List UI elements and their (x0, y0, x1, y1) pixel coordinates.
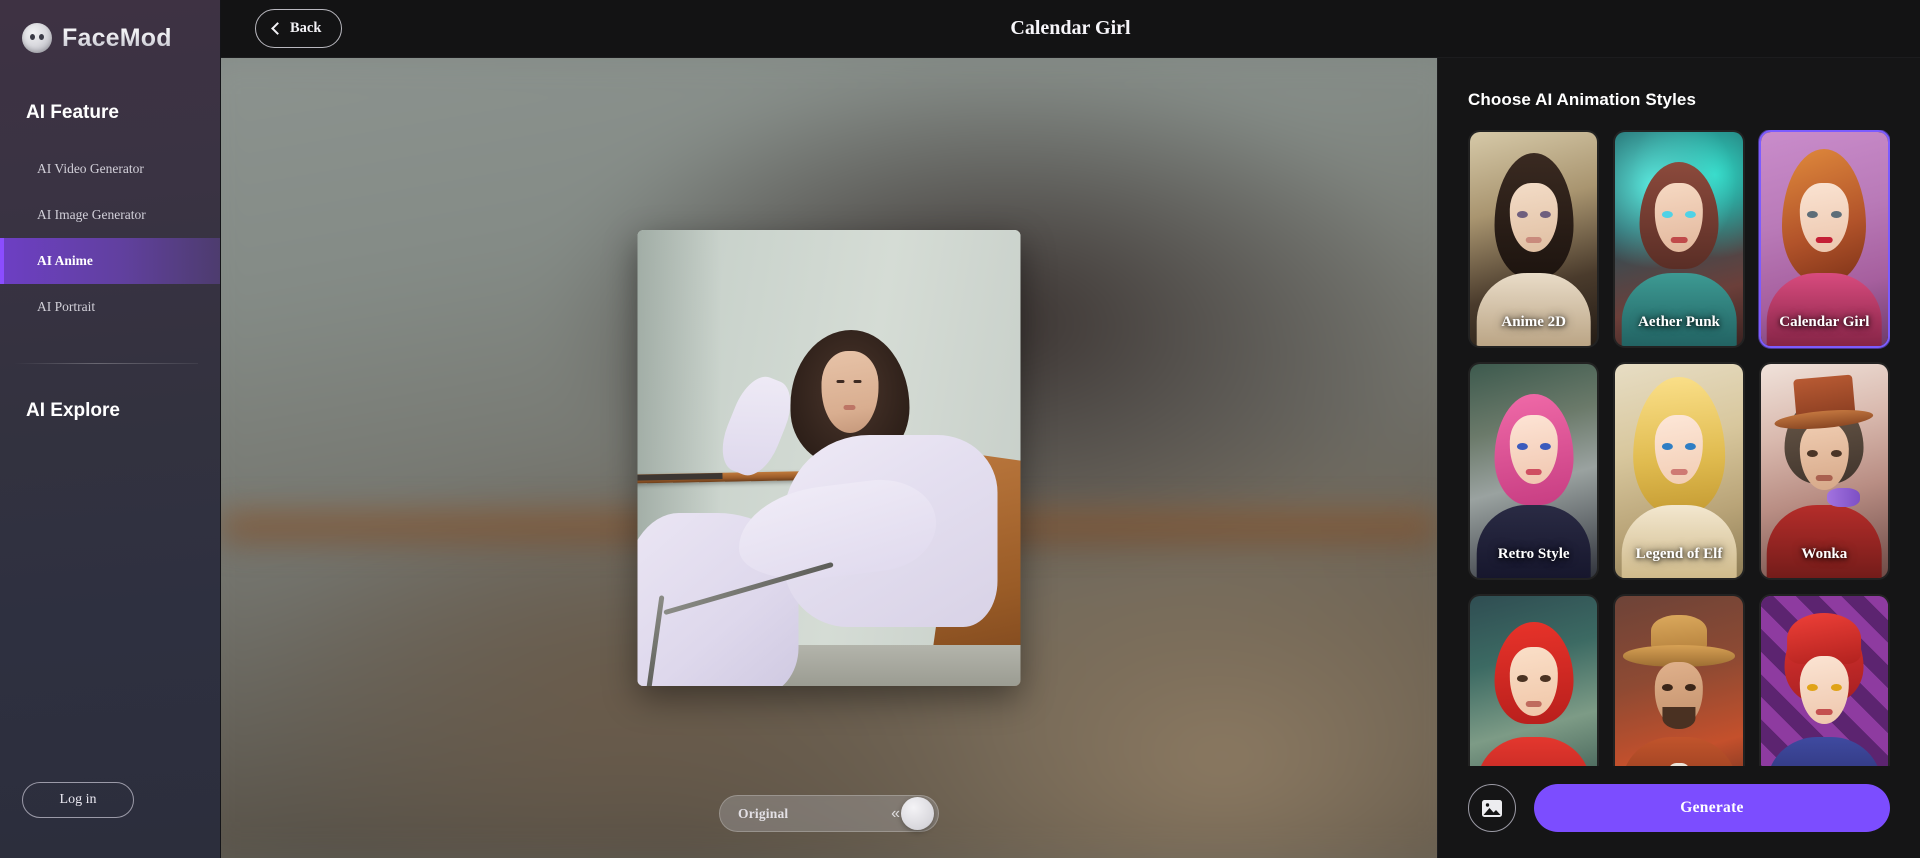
thumb-body (1476, 273, 1591, 346)
style-card-anime-2d[interactable]: Anime 2D (1468, 130, 1600, 348)
style-card-red-hair[interactable] (1468, 594, 1600, 766)
back-button-label: Back (290, 20, 322, 36)
style-card-cowboy[interactable] (1613, 594, 1745, 766)
thumb-lips (1525, 700, 1542, 707)
main-area: Back Calendar Girl Original « Choose AI … (221, 0, 1920, 858)
styles-panel: Choose AI Animation Styles Anime 2D Aeth… (1437, 58, 1920, 858)
thumb-body (1621, 737, 1737, 766)
style-card-jojo[interactable] (1758, 594, 1890, 766)
app-root: FaceMod AI Feature AI Video Generator AI… (0, 0, 1920, 858)
style-card-label: Anime 2D (1501, 314, 1566, 330)
brand-logo[interactable]: FaceMod (0, 0, 220, 58)
sidebar-item-label: AI Video Generator (37, 161, 144, 176)
photo-eye-right (853, 380, 862, 384)
thumb-body (1767, 737, 1882, 766)
back-button[interactable]: Back (255, 9, 343, 48)
sidebar-item-ai-anime[interactable]: AI Anime (0, 238, 220, 284)
slider-handle[interactable] (901, 797, 934, 830)
thumb-body (1621, 273, 1737, 346)
thumb-eyes (1805, 449, 1843, 457)
thumb-beard (1662, 707, 1696, 729)
sidebar-item-label: AI Portrait (37, 299, 96, 314)
thumb-eyes (1515, 675, 1553, 683)
style-card-label: Aether Punk (1638, 314, 1720, 330)
panel-footer: Generate (1468, 766, 1890, 858)
photo-eye-left (836, 380, 845, 384)
sidebar-heading-ai-explore: AI Explore (26, 400, 120, 421)
chevron-left-icon (271, 22, 284, 35)
thumb-eyes (1805, 683, 1843, 691)
image-icon (1482, 799, 1502, 817)
photo-lips (843, 404, 856, 410)
thumb-lips (1816, 475, 1833, 482)
sidebar: FaceMod AI Feature AI Video Generator AI… (0, 0, 221, 858)
thumb-lips (1670, 468, 1688, 475)
generate-button[interactable]: Generate (1534, 784, 1890, 832)
sidebar-nav: AI Video Generator AI Image Generator AI… (0, 146, 220, 330)
thumb-eyes (1660, 443, 1698, 451)
topbar: Back Calendar Girl (221, 0, 1920, 58)
thumb-eyes (1660, 211, 1698, 219)
double-chevron-left-icon: « (891, 804, 900, 822)
thumb-body (1767, 273, 1882, 346)
brand-name: FaceMod (62, 23, 172, 52)
thumb-lips (1525, 236, 1542, 243)
slider-original-label: Original (738, 805, 789, 821)
sidebar-heading-ai-feature: AI Feature (26, 102, 119, 123)
slider-controls: « (891, 797, 934, 830)
sidebar-item-label: AI Image Generator (37, 207, 146, 222)
thumb-body (1767, 505, 1882, 578)
style-card-aether-punk[interactable]: Aether Punk (1613, 130, 1745, 348)
style-card-label: Calendar Girl (1779, 314, 1870, 330)
face-circle-icon (22, 23, 52, 53)
style-card-label: Wonka (1801, 546, 1848, 562)
thumb-lips (1816, 709, 1833, 716)
sidebar-item-label: AI Anime (37, 253, 93, 268)
style-thumbnail (1760, 596, 1888, 766)
style-thumbnail (1470, 596, 1598, 766)
thumb-eyes (1515, 443, 1553, 451)
thumb-eyes (1805, 211, 1843, 219)
thumb-body (1621, 505, 1737, 578)
thumb-eyes (1515, 211, 1553, 219)
thumb-lips (1525, 468, 1542, 475)
styles-panel-title: Choose AI Animation Styles (1468, 90, 1697, 109)
login-button[interactable]: Log in (22, 782, 134, 818)
style-card-label: Legend of Elf (1635, 546, 1723, 562)
upload-image-button[interactable] (1468, 784, 1516, 832)
style-card-calendar-girl[interactable]: Calendar Girl (1758, 130, 1890, 348)
preview-canvas: Original « (221, 58, 1437, 858)
thumb-body (1476, 505, 1591, 578)
style-grid: Anime 2D Aether Punk Calendar Girl Retro… (1468, 130, 1890, 766)
thumb-eyes (1660, 683, 1698, 691)
before-after-slider[interactable]: Original « (719, 795, 939, 832)
page-title: Calendar Girl (1010, 17, 1131, 39)
thumb-lips (1816, 236, 1833, 243)
style-card-retro-style[interactable]: Retro Style (1468, 362, 1600, 580)
workspace: Original « Choose AI Animation Styles An… (221, 58, 1920, 858)
preview-image[interactable] (637, 230, 1021, 686)
style-card-legend-of-elf[interactable]: Legend of Elf (1613, 362, 1745, 580)
sidebar-item-ai-portrait[interactable]: AI Portrait (0, 284, 220, 330)
style-card-wonka[interactable]: Wonka (1758, 362, 1890, 580)
sidebar-item-ai-video-generator[interactable]: AI Video Generator (0, 146, 220, 192)
thumb-bowtie (1826, 488, 1860, 508)
thumb-body (1476, 737, 1591, 766)
style-card-label: Retro Style (1497, 546, 1570, 562)
style-thumbnail (1615, 596, 1743, 766)
thumb-lips (1670, 236, 1688, 243)
sidebar-item-ai-image-generator[interactable]: AI Image Generator (0, 192, 220, 238)
sidebar-divider (14, 363, 198, 364)
